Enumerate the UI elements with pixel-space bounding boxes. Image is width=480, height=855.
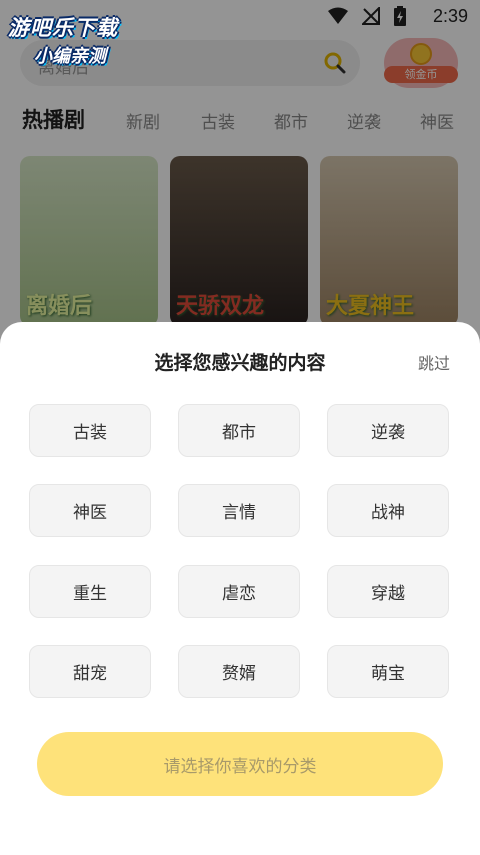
skip-button[interactable]: 跳过: [418, 350, 450, 374]
option-sweet[interactable]: 甜宠: [29, 645, 151, 698]
option-son-in-law[interactable]: 赘婿: [178, 645, 300, 698]
option-romance[interactable]: 言情: [178, 484, 300, 537]
option-war-god[interactable]: 战神: [327, 484, 449, 537]
watermark-logo: 游吧乐下载 小编亲测: [8, 12, 148, 68]
watermark-line2: 小编亲测: [34, 46, 106, 67]
interest-selection-sheet: 选择您感兴趣的内容 跳过 古装 都市 逆袭 神医 言情 战神 重生 虐恋 穿越 …: [0, 322, 480, 855]
option-city[interactable]: 都市: [178, 404, 300, 457]
option-cute-baby[interactable]: 萌宝: [327, 645, 449, 698]
option-costume[interactable]: 古装: [29, 404, 151, 457]
option-angst[interactable]: 虐恋: [178, 565, 300, 618]
option-doctor[interactable]: 神医: [29, 484, 151, 537]
option-rebirth[interactable]: 重生: [29, 565, 151, 618]
sheet-title: 选择您感兴趣的内容: [154, 352, 326, 374]
option-counterattack[interactable]: 逆袭: [327, 404, 449, 457]
watermark-line1: 游吧乐下载: [8, 16, 118, 40]
option-time-travel[interactable]: 穿越: [327, 565, 449, 618]
confirm-category-button[interactable]: 请选择你喜欢的分类: [37, 732, 443, 796]
